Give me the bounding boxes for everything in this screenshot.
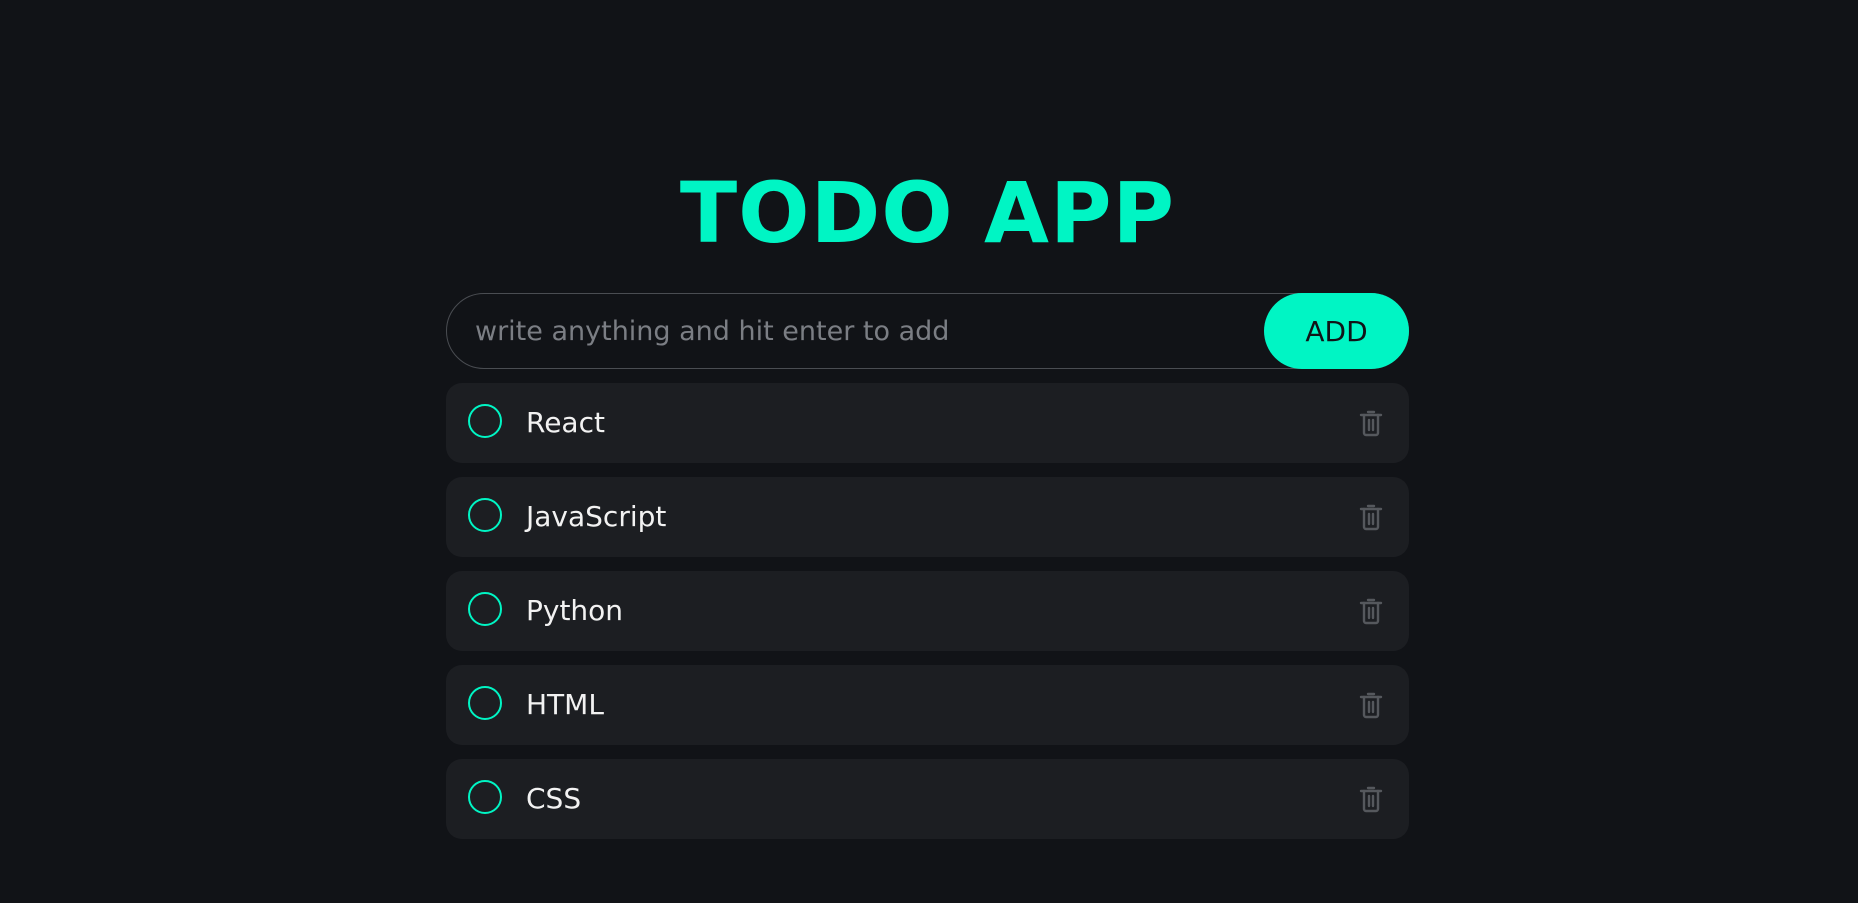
circle-outline-icon[interactable]: [468, 498, 502, 532]
todo-item-text[interactable]: JavaScript: [526, 477, 666, 557]
todo-item: CSS: [446, 759, 1409, 839]
trash-icon[interactable]: [1359, 597, 1383, 625]
circle-outline-icon[interactable]: [468, 780, 502, 814]
circle-outline-icon[interactable]: [468, 592, 502, 626]
todo-item: HTML: [446, 665, 1409, 745]
trash-icon[interactable]: [1359, 691, 1383, 719]
circle-outline-icon[interactable]: [468, 686, 502, 720]
trash-icon[interactable]: [1359, 503, 1383, 531]
trash-icon[interactable]: [1359, 409, 1383, 437]
todo-item: React: [446, 383, 1409, 463]
app-title: TODO APP: [679, 164, 1176, 262]
todo-item: JavaScript: [446, 477, 1409, 557]
trash-icon[interactable]: [1359, 785, 1383, 813]
add-todo-form: ADD: [446, 293, 1409, 369]
todo-item: Python: [446, 571, 1409, 651]
todo-item-text[interactable]: React: [526, 383, 605, 463]
add-button[interactable]: ADD: [1264, 293, 1409, 369]
todo-item-text[interactable]: Python: [526, 571, 623, 651]
todo-item-text[interactable]: CSS: [526, 759, 581, 839]
circle-outline-icon[interactable]: [468, 404, 502, 438]
todo-item-text[interactable]: HTML: [526, 665, 604, 745]
